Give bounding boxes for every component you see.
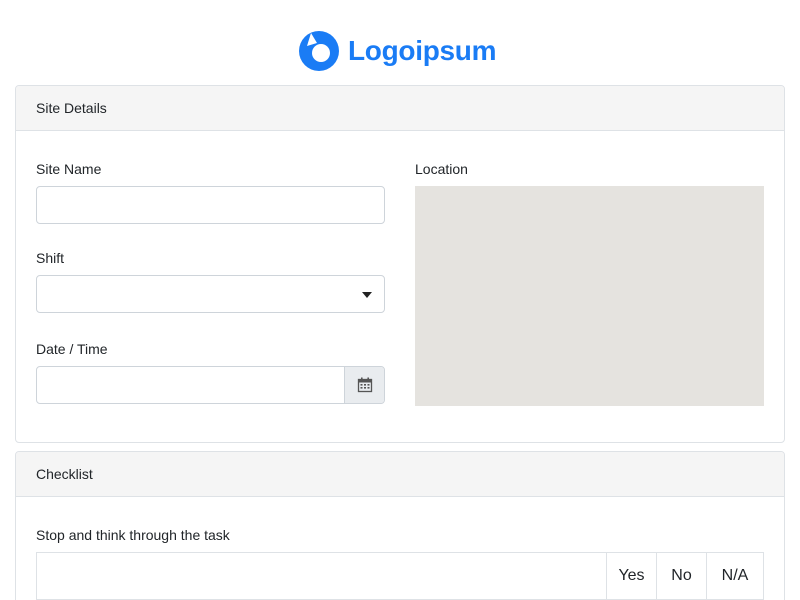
site-details-title: Site Details	[36, 100, 107, 116]
checklist-header: Checklist	[16, 452, 784, 497]
option-na-button[interactable]: N/A	[706, 553, 763, 599]
checklist-question: Stop and think through the task	[36, 527, 230, 543]
site-details-header: Site Details	[16, 86, 784, 131]
shift-label: Shift	[36, 250, 65, 266]
site-name-field	[36, 186, 385, 224]
option-yes-button[interactable]: Yes	[606, 553, 656, 599]
checklist-card: Checklist Stop and think through the tas…	[15, 451, 785, 600]
logo: Logoipsum	[298, 29, 496, 73]
calendar-icon	[357, 377, 372, 393]
checklist-row-main	[37, 553, 606, 599]
datetime-input[interactable]	[37, 367, 344, 403]
datetime-field	[36, 366, 385, 404]
site-details-card: Site Details Site Name Shift Date / Time…	[15, 85, 785, 443]
location-label: Location	[415, 161, 468, 177]
chevron-down-icon	[362, 292, 372, 298]
option-no-button[interactable]: No	[656, 553, 706, 599]
location-map[interactable]	[415, 186, 764, 406]
datetime-label: Date / Time	[36, 341, 108, 357]
site-name-label: Site Name	[36, 161, 102, 177]
calendar-button[interactable]	[344, 367, 384, 403]
checklist-title: Checklist	[36, 466, 93, 482]
logo-mark-icon	[299, 31, 339, 71]
site-name-input[interactable]	[37, 187, 384, 223]
checklist-row: Yes No N/A	[36, 552, 764, 600]
shift-select[interactable]	[36, 275, 385, 313]
logo-text: Logoipsum	[348, 35, 497, 66]
